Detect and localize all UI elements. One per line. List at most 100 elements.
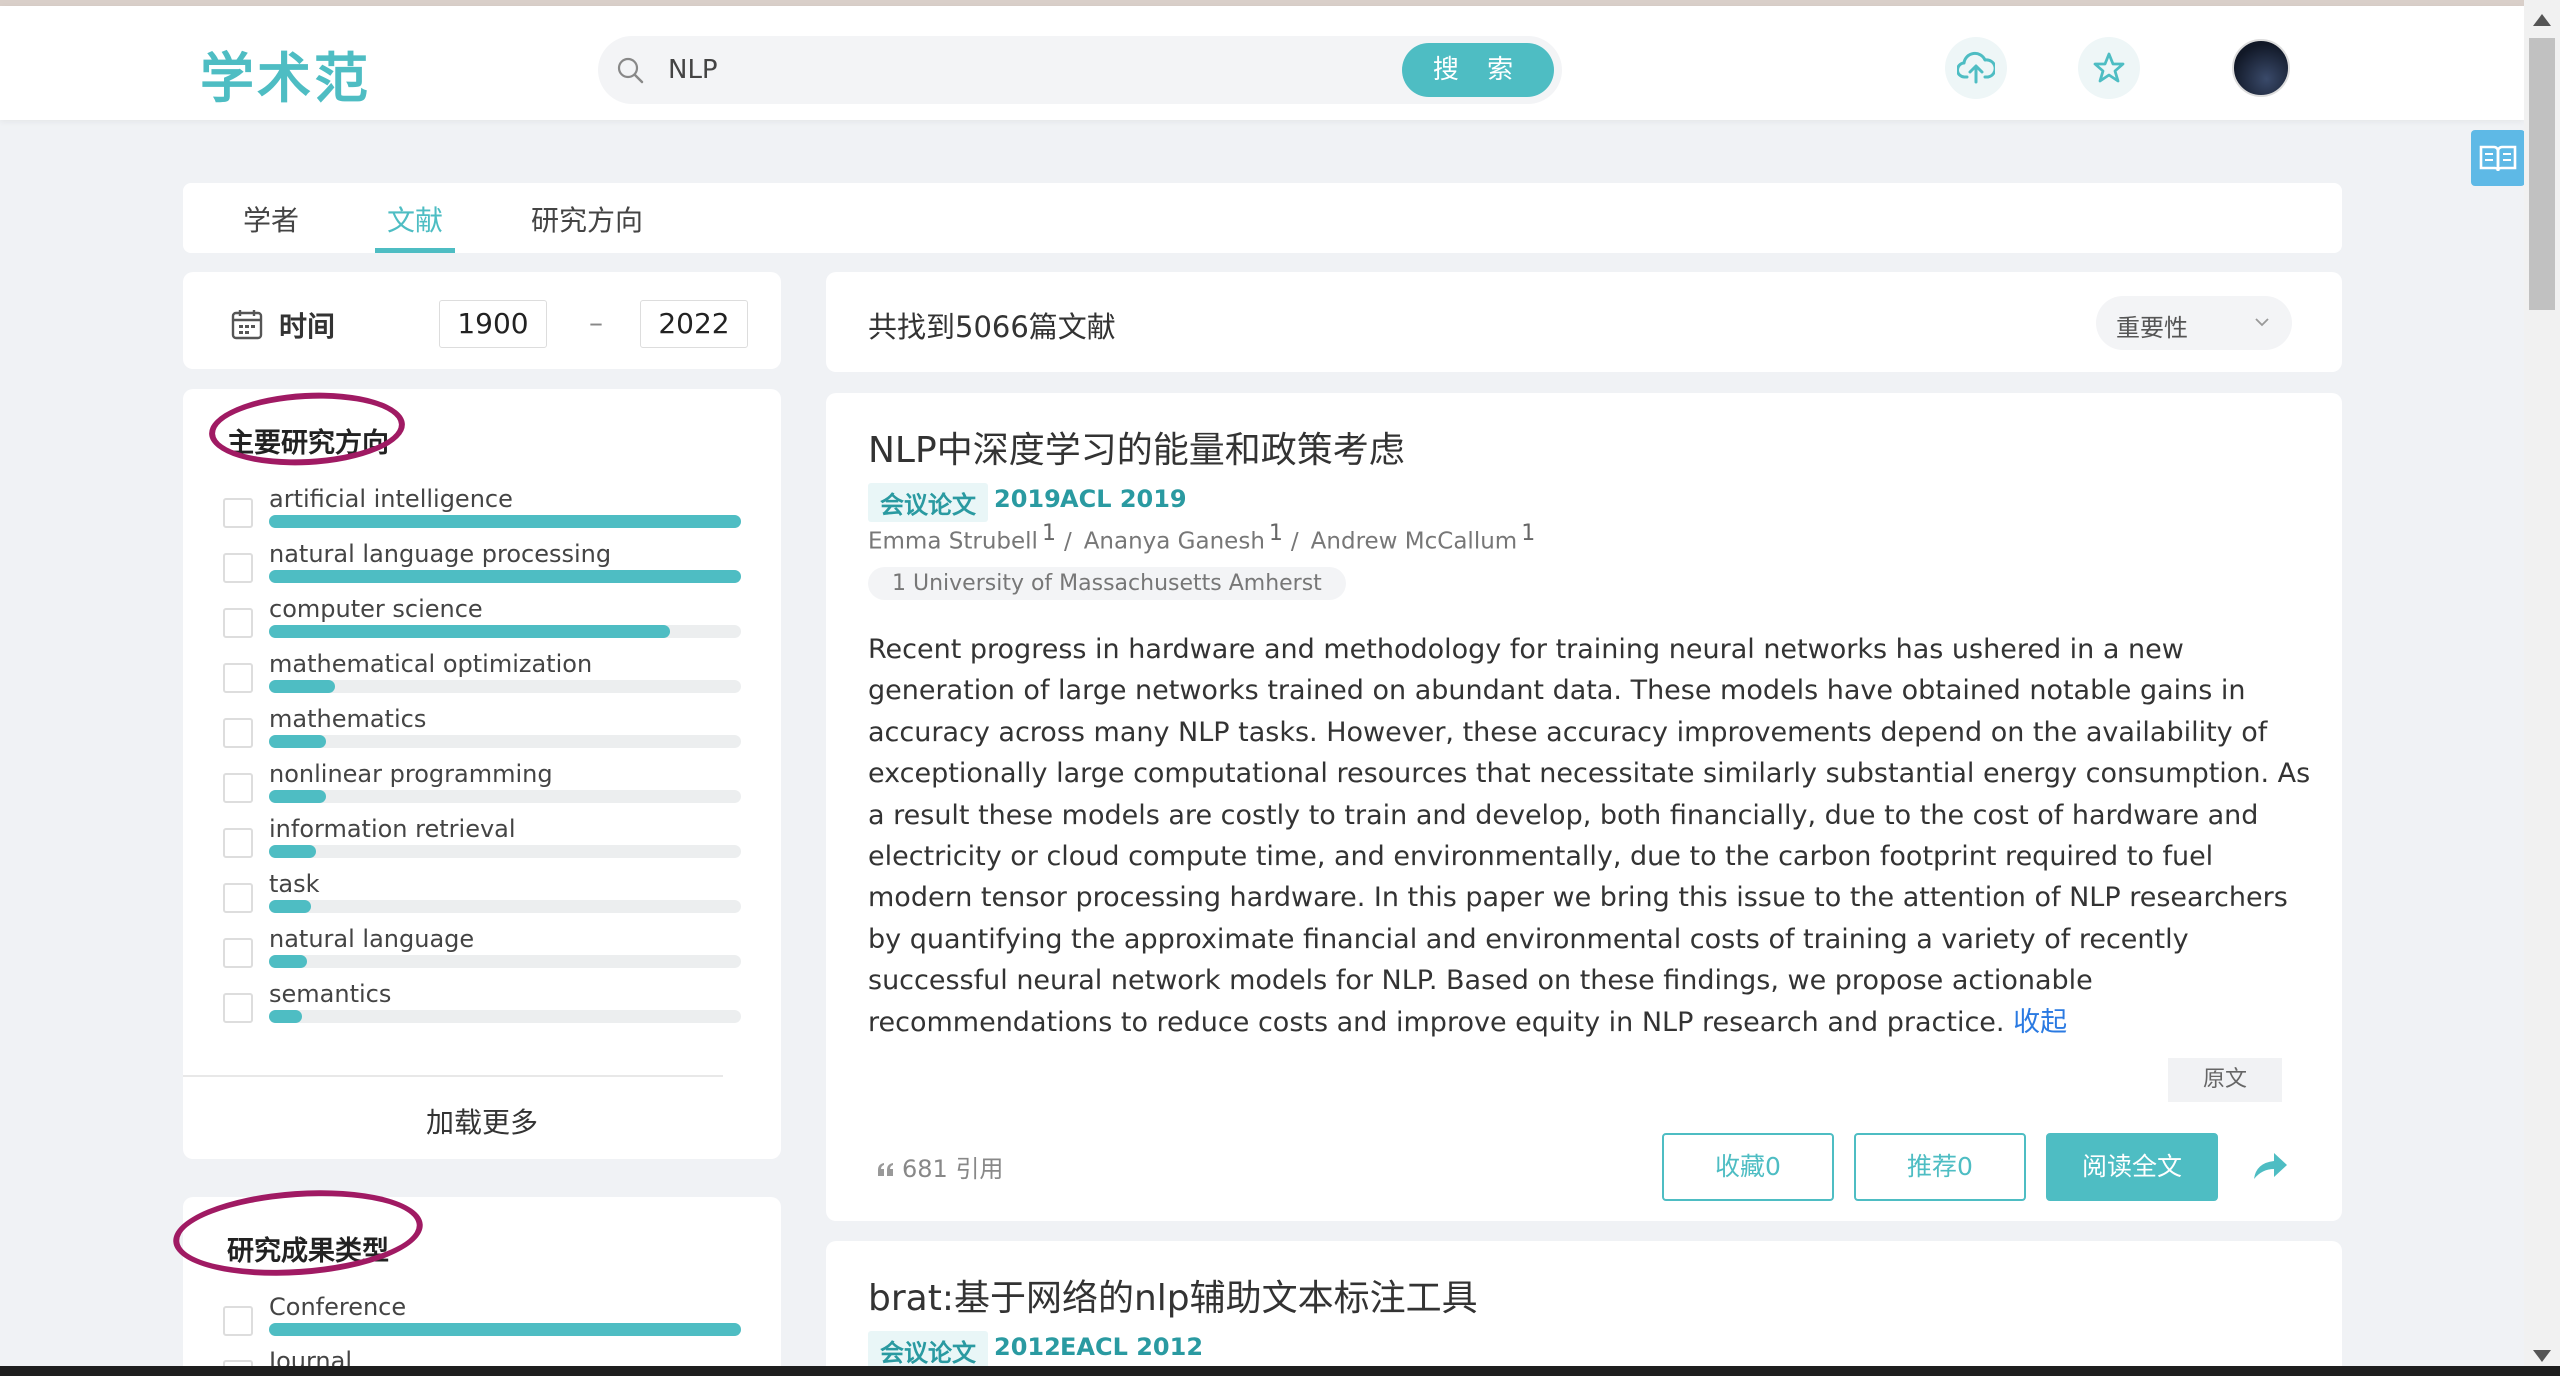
facet-item[interactable]: semantics <box>223 980 743 1035</box>
author-name[interactable]: Emma Strubell <box>868 529 1038 555</box>
facet-item[interactable]: Conference <box>223 1293 743 1348</box>
facet-checkbox[interactable] <box>223 883 253 913</box>
facet-item[interactable]: task <box>223 870 743 925</box>
facet-item[interactable]: artificial intelligence <box>223 485 743 540</box>
upload-cloud-button[interactable] <box>1945 37 2007 99</box>
time-filter: 时间 1900 – 2022 <box>183 272 781 369</box>
sort-select[interactable]: 重要性 <box>2096 296 2292 350</box>
research-direction-filter: 主要研究方向 artificial intelligence natural l… <box>183 387 781 1159</box>
facet-bar-track <box>269 900 741 913</box>
share-arrow-icon[interactable] <box>2250 1145 2290 1185</box>
scrollbar-thumb[interactable] <box>2529 38 2555 310</box>
citation-count-text: 681 引用 <box>902 1155 1004 1183</box>
facet-checkbox[interactable] <box>223 828 253 858</box>
open-book-icon <box>2479 145 2517 172</box>
facet-checkbox[interactable] <box>223 718 253 748</box>
facet-label: information retrieval <box>269 815 516 843</box>
author-affiliation-index: 1 <box>1268 521 1283 546</box>
facet-item[interactable]: computer science <box>223 595 743 650</box>
search-icon <box>617 57 644 84</box>
facet-bar <box>269 1323 741 1336</box>
star-icon <box>2093 52 2125 83</box>
facet-item[interactable]: nonlinear programming <box>223 760 743 815</box>
read-full-text-button[interactable]: 阅读全文 <box>2046 1133 2218 1201</box>
facet-checkbox[interactable] <box>223 553 253 583</box>
facet-item[interactable]: mathematics <box>223 705 743 760</box>
search-button[interactable]: 搜 索 <box>1402 43 1554 97</box>
window-bottom-edge <box>0 1366 2560 1376</box>
facet-bar-track <box>269 570 741 583</box>
divider <box>183 1075 723 1077</box>
paper-title[interactable]: NLP中深度学习的能量和政策考虑 <box>868 421 1405 473</box>
facet-bar <box>269 1010 303 1023</box>
vertical-scrollbar[interactable] <box>2524 0 2560 1376</box>
facet-checkbox[interactable] <box>223 663 253 693</box>
facet-bar-track <box>269 1323 741 1336</box>
facet-bar-track <box>269 735 741 748</box>
facet-bar <box>269 515 741 528</box>
year-from-input[interactable]: 1900 <box>439 300 547 348</box>
facet-checkbox[interactable] <box>223 608 253 638</box>
facet-bar <box>269 735 326 748</box>
affiliation-badge[interactable]: 1 University of Massachusetts Amherst <box>868 567 1346 600</box>
facet-checkbox[interactable] <box>223 498 253 528</box>
citation-count: 681 引用 <box>876 1149 1003 1184</box>
facet-label: artificial intelligence <box>269 485 513 513</box>
cloud-upload-icon <box>1957 51 1995 84</box>
author-affiliation-index: 1 <box>1041 521 1056 546</box>
favorites-button[interactable] <box>2078 37 2140 99</box>
paper-venue[interactable]: ACL 2019 <box>1060 485 1187 513</box>
search-box[interactable]: 搜 索 <box>598 36 1562 104</box>
tab-literature[interactable]: 文献 <box>374 199 456 253</box>
result-type-filter: 研究成果类型 Conference Journal <box>170 1182 781 1376</box>
facet-checkbox[interactable] <box>223 773 253 803</box>
favorite-button[interactable]: 收藏0 <box>1662 1133 1834 1201</box>
paper-year: 2019 <box>994 485 1061 513</box>
facet-item[interactable]: natural language <box>223 925 743 980</box>
facet-label: mathematics <box>269 705 427 733</box>
facet-bar <box>269 680 336 693</box>
facet-bar-track <box>269 680 741 693</box>
facet-checkbox[interactable] <box>223 1306 253 1336</box>
author-separator: / <box>1063 528 1072 555</box>
search-input[interactable] <box>668 50 1368 90</box>
paper-venue[interactable]: EACL 2012 <box>1060 1333 1203 1361</box>
facet-bar-track <box>269 955 741 968</box>
paper-title[interactable]: brat:基于网络的nlp辅助文本标注工具 <box>868 1269 1478 1321</box>
facet-bar-track <box>269 790 741 803</box>
facet-bar-track <box>269 515 741 528</box>
collapse-link[interactable]: 收起 <box>2013 1007 2067 1038</box>
facet-bar-track <box>269 845 741 858</box>
facet-item[interactable]: natural language processing <box>223 540 743 595</box>
site-logo[interactable]: 学术范 <box>200 34 371 113</box>
scroll-down-arrow-icon[interactable] <box>2533 1350 2551 1362</box>
author-separator: / <box>1290 528 1299 555</box>
scroll-up-arrow-icon[interactable] <box>2533 14 2551 26</box>
sort-label: 重要性 <box>2116 314 2188 342</box>
facet-bar <box>269 790 326 803</box>
facet-checkbox[interactable] <box>223 993 253 1023</box>
facet-bar <box>269 955 307 968</box>
facet-item[interactable]: mathematical optimization <box>223 650 743 705</box>
tab-research-directions[interactable]: 研究方向 <box>531 199 643 253</box>
facet-item[interactable]: information retrieval <box>223 815 743 870</box>
time-label: 时间 <box>279 310 336 343</box>
author-name[interactable]: Ananya Ganesh <box>1084 529 1265 555</box>
tab-scholars[interactable]: 学者 <box>243 199 299 253</box>
facet-bar <box>269 570 741 583</box>
paper-card: NLP中深度学习的能量和政策考虑 会议论文 2019 ACL 2019 Emma… <box>826 393 2342 1221</box>
facet-label: semantics <box>269 980 392 1008</box>
recommend-button[interactable]: 推荐0 <box>1854 1133 2026 1201</box>
year-to-input[interactable]: 2022 <box>640 300 748 348</box>
results-header: 共找到5066篇文献 重要性 <box>826 272 2342 372</box>
facet-label: computer science <box>269 595 483 623</box>
author-name[interactable]: Andrew McCallum <box>1311 529 1518 555</box>
facet-checkbox[interactable] <box>223 938 253 968</box>
facet-bar-track <box>269 1010 741 1023</box>
user-avatar[interactable] <box>2232 39 2290 97</box>
original-text-button[interactable]: 原文 <box>2168 1058 2282 1102</box>
hand-drawn-circle <box>170 1182 426 1284</box>
load-more-button[interactable]: 加载更多 <box>183 1101 781 1141</box>
paper-card: brat:基于网络的nlp辅助文本标注工具 会议论文 2012 EACL 201… <box>826 1241 2342 1376</box>
reader-mode-button[interactable] <box>2471 130 2525 186</box>
